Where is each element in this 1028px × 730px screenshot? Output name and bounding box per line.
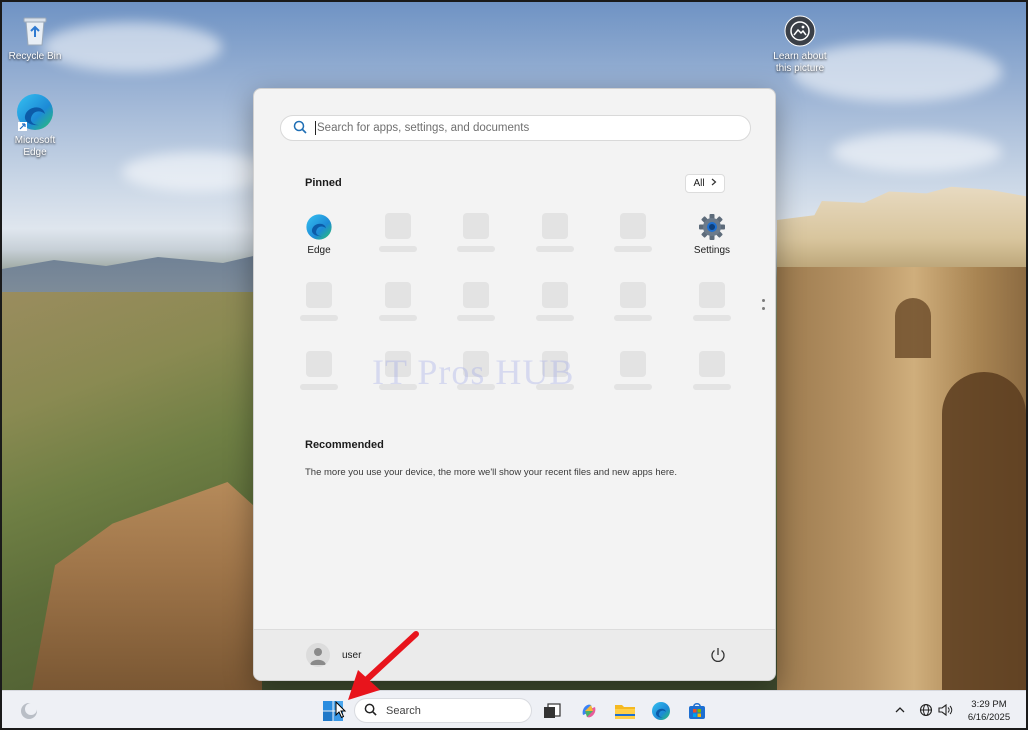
pinned-app-label: Settings — [693, 245, 731, 256]
desktop-icon-label: Microsoft Edge — [14, 135, 56, 158]
all-apps-button[interactable]: All — [685, 174, 725, 193]
pinned-app-label: Edge — [307, 245, 331, 256]
picture-info-icon — [783, 14, 817, 48]
placeholder-tile — [306, 351, 332, 377]
placeholder-label — [614, 246, 652, 252]
desktop-icon-label: Learn about this picture — [773, 51, 827, 74]
taskbar-search-label: Search — [386, 704, 421, 717]
text-cursor — [315, 121, 316, 135]
search-icon — [293, 119, 307, 138]
system-clock[interactable]: 3:29 PM 6/16/2025 — [960, 698, 1018, 724]
placeholder-label — [379, 246, 417, 252]
edge-icon — [15, 92, 55, 132]
placeholder-label — [300, 315, 338, 321]
chevron-up-icon[interactable] — [892, 702, 908, 718]
placeholder-tile — [463, 213, 489, 239]
pinned-title: Pinned — [305, 177, 342, 189]
placeholder-tile — [620, 282, 646, 308]
recommended-title: Recommended — [305, 439, 384, 451]
search-placeholder: Search for apps, settings, and documents — [317, 122, 530, 134]
placeholder-label — [457, 246, 495, 252]
start-search-input[interactable]: Search for apps, settings, and documents — [280, 115, 751, 141]
placeholder-tile — [620, 213, 646, 239]
all-apps-label: All — [693, 178, 705, 189]
placeholder-label — [300, 384, 338, 390]
placeholder-label — [379, 315, 417, 321]
recommended-text: The more you use your device, the more w… — [305, 467, 677, 478]
placeholder-tile — [385, 282, 411, 308]
placeholder-label — [536, 315, 574, 321]
desktop-icon-learn-about-picture[interactable]: Learn about this picture — [769, 14, 831, 75]
start-footer: user — [254, 629, 775, 680]
recycle-bin-icon — [18, 14, 52, 48]
watermark: IT Pros HUB — [372, 352, 575, 392]
search-icon — [364, 703, 377, 719]
gear-icon — [698, 213, 726, 241]
placeholder-label — [614, 315, 652, 321]
desktop-icon-microsoft-edge[interactable]: Microsoft Edge — [4, 92, 66, 159]
user-avatar[interactable] — [306, 643, 330, 667]
weather-widget-icon[interactable] — [16, 698, 42, 724]
power-icon[interactable] — [709, 646, 727, 664]
chevron-right-icon — [711, 178, 717, 189]
placeholder-label — [614, 384, 652, 390]
pinned-app-edge[interactable]: Edge — [287, 213, 351, 256]
placeholder-tile — [542, 282, 568, 308]
mouse-cursor-icon — [335, 700, 347, 719]
network-icon[interactable] — [918, 702, 934, 718]
desktop-icon-recycle-bin[interactable]: Recycle Bin — [4, 14, 66, 63]
start-menu: Search for apps, settings, and documents… — [253, 88, 776, 681]
volume-icon[interactable] — [937, 702, 953, 718]
page-indicator-dots[interactable] — [762, 299, 766, 315]
file-explorer-icon[interactable] — [612, 698, 638, 724]
placeholder-tile — [699, 351, 725, 377]
placeholder-label — [693, 384, 731, 390]
placeholder-label — [693, 315, 731, 321]
placeholder-tile — [620, 351, 646, 377]
placeholder-tile — [699, 282, 725, 308]
red-arrow-annotation — [342, 630, 422, 702]
placeholder-tile — [463, 282, 489, 308]
placeholder-tile — [385, 213, 411, 239]
screen: Recycle Bin Microsoft Edge Learn about t… — [0, 0, 1028, 730]
placeholder-tile — [306, 282, 332, 308]
placeholder-label — [457, 315, 495, 321]
microsoft-store-icon[interactable] — [684, 698, 710, 724]
pinned-app-settings[interactable]: Settings — [680, 213, 744, 256]
placeholder-label — [536, 246, 574, 252]
clock-date: 6/16/2025 — [967, 712, 1011, 723]
edge-icon — [305, 213, 333, 241]
clock-time: 3:29 PM — [971, 699, 1007, 710]
placeholder-tile — [542, 213, 568, 239]
task-view-icon[interactable] — [539, 698, 565, 724]
edge-icon[interactable] — [648, 698, 674, 724]
copilot-icon[interactable] — [576, 698, 602, 724]
taskbar: Search 3:29 PM 6/16/2025 — [2, 690, 1026, 728]
desktop-icon-label: Recycle Bin — [8, 51, 62, 62]
